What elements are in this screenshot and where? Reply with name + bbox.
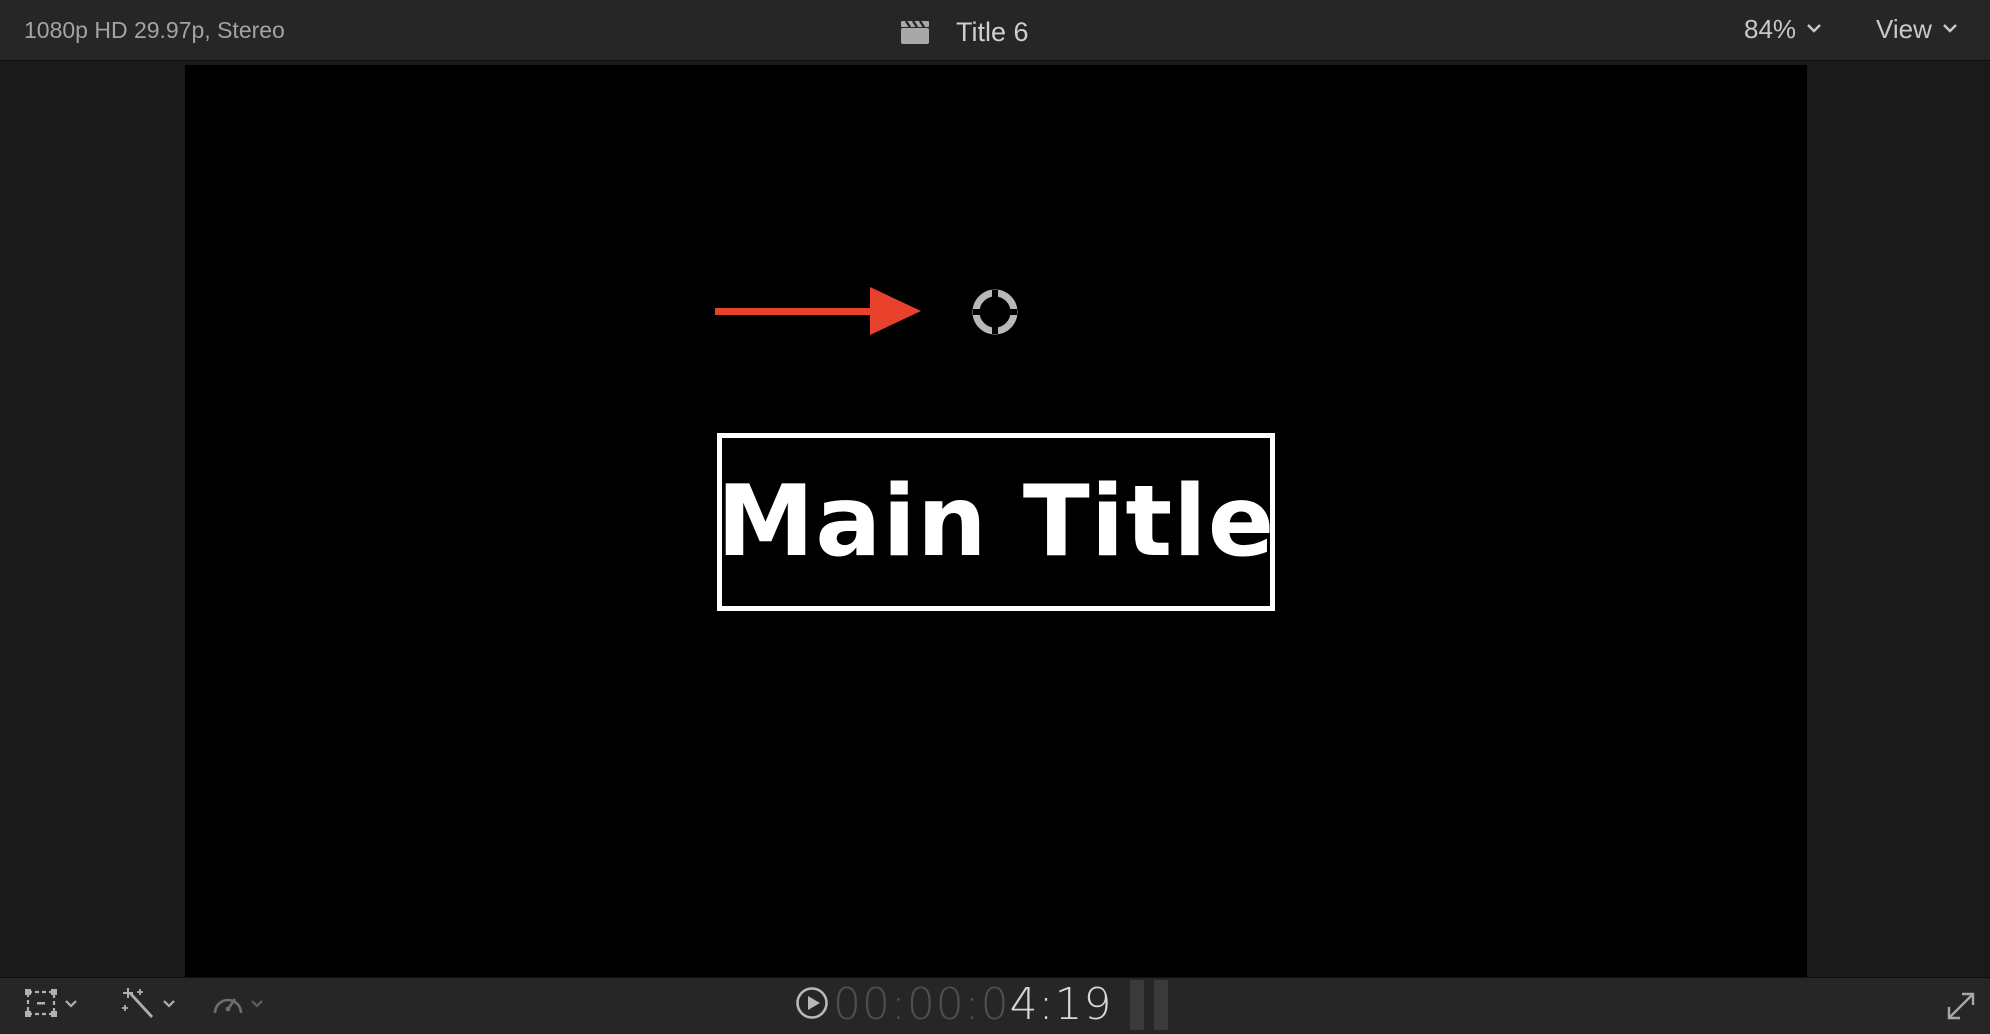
magic-wand-icon [122,987,156,1024]
enhance-tool-button[interactable] [122,987,176,1024]
chevron-down-icon [250,996,264,1014]
annotation-arrow [715,285,925,342]
title-bounding-box[interactable]: Main Title [717,433,1275,611]
chevron-down-icon [1942,21,1958,39]
clapperboard-icon [900,19,930,45]
fullscreen-button[interactable] [1946,991,1976,1026]
chevron-down-icon [162,996,176,1014]
view-label: View [1876,14,1932,44]
format-info: 1080p HD 29.97p, Stereo [24,17,285,43]
zoom-level: 84% [1744,14,1797,44]
viewer-area: Main Title [0,61,1990,977]
chevron-down-icon [1806,21,1822,39]
viewer-header: 1080p HD 29.97p, Stereo Title 6 84% View [0,0,1990,61]
fullscreen-icon [1946,992,1976,1025]
clip-title-group: Title 6 [900,14,1029,50]
speedometer-icon [212,989,244,1022]
audio-meter-right [1154,980,1168,1030]
audio-meter-left [1130,980,1144,1030]
timecode-value: 4:19 [1009,979,1113,1030]
play-circle-icon[interactable] [795,986,829,1025]
timecode: 00:00:04:19 [833,983,1112,1027]
zoom-dropdown[interactable]: 84% [1744,14,1822,45]
transform-tool-button[interactable] [24,988,78,1022]
view-menu-button[interactable]: View [1876,14,1958,45]
timecode-display[interactable]: 00:00:04:19 [795,980,1112,1030]
timecode-leading: 00:00:0 [833,979,1010,1030]
audio-meters[interactable] [1130,980,1168,1030]
main-title-text[interactable]: Main Title [717,473,1275,571]
video-canvas[interactable]: Main Title [185,65,1807,977]
retime-tool-button[interactable] [212,988,264,1022]
viewer-footer: 00:00:04:19 [0,977,1990,1034]
position-target-icon[interactable] [970,287,1020,337]
clip-title: Title 6 [956,16,1029,47]
chevron-down-icon [64,996,78,1014]
transform-crop-icon [24,988,58,1023]
